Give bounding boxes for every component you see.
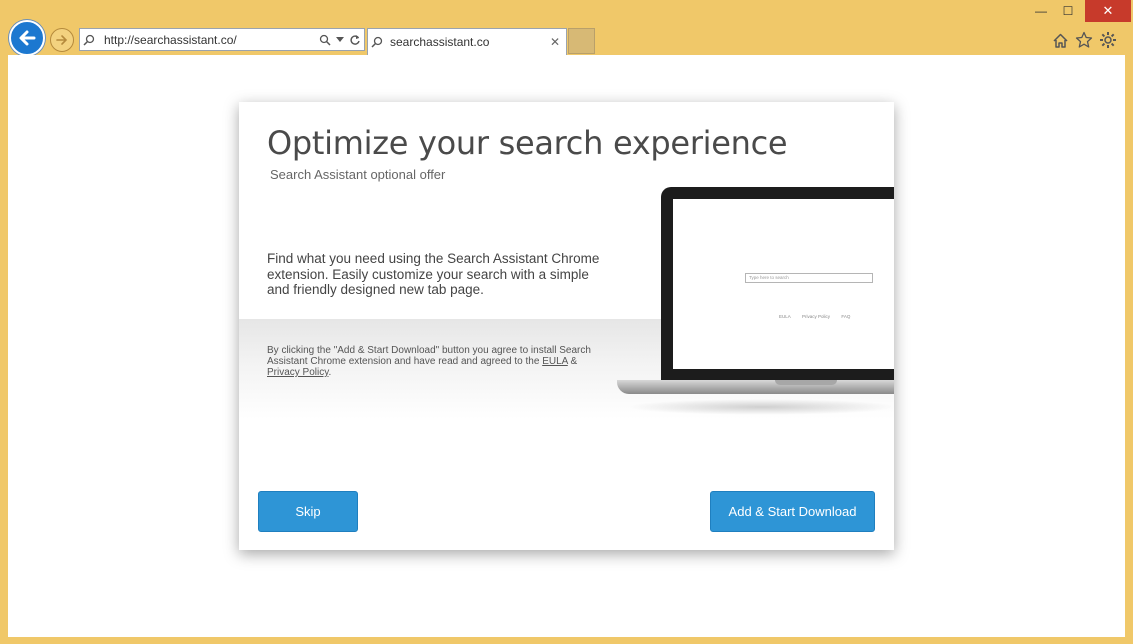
laptop-shadow [627, 399, 894, 415]
back-icon [19, 30, 36, 46]
maximize-button[interactable]: ☐ [1055, 0, 1081, 22]
dialog-headline: Optimize your search experience [267, 124, 788, 162]
new-tab-button[interactable] [568, 28, 595, 54]
favorites-star-icon [1075, 31, 1093, 48]
home-icon [1052, 33, 1068, 48]
page-content: Optimize your search experience Search A… [8, 55, 1125, 637]
close-icon: ✕ [1102, 3, 1114, 18]
search-icon[interactable] [316, 34, 334, 46]
tab-close-icon[interactable]: ✕ [544, 35, 566, 49]
dialog-subtitle: Search Assistant optional offer [270, 167, 446, 182]
back-button[interactable] [9, 20, 45, 56]
tab-title: searchassistant.co [390, 35, 490, 49]
laptop-search-box: Type here to search [745, 273, 873, 283]
minimize-button[interactable]: — [1030, 0, 1052, 22]
add-start-download-button[interactable]: Add & Start Download [710, 491, 875, 532]
legal-suffix: . [328, 367, 332, 378]
laptop-lid: Type here to search EULA Privacy Policy … [661, 187, 894, 380]
laptop-screen: Type here to search EULA Privacy Policy … [673, 199, 894, 369]
laptop-image: Type here to search EULA Privacy Policy … [617, 187, 894, 417]
minimize-icon: — [1035, 4, 1047, 18]
address-bar[interactable]: http://searchassistant.co/ [79, 28, 365, 51]
offer-dialog: Optimize your search experience Search A… [239, 102, 894, 550]
home-button[interactable] [1049, 29, 1071, 51]
forward-icon [56, 35, 68, 45]
legal-and: & [567, 356, 578, 367]
laptop-link-faq: FAQ [841, 314, 851, 319]
laptop-base [617, 380, 894, 394]
settings-gear-icon [1100, 32, 1116, 48]
refresh-icon[interactable] [346, 34, 364, 46]
dialog-description: Find what you need using the Search Assi… [267, 251, 600, 297]
legal-text: By clicking the "Add & Start Download" b… [267, 345, 612, 378]
maximize-icon: ☐ [1062, 4, 1074, 18]
laptop-notch [775, 380, 837, 385]
skip-button[interactable]: Skip [258, 491, 358, 532]
dropdown-icon[interactable] [334, 36, 346, 43]
laptop-link-privacy: Privacy Policy [802, 314, 831, 319]
page-search-icon [80, 34, 98, 46]
tab-search-icon [368, 36, 386, 48]
laptop-links: EULA Privacy Policy FAQ [779, 314, 860, 319]
laptop-link-eula: EULA [779, 314, 791, 319]
tab-searchassistant[interactable]: searchassistant.co ✕ [367, 28, 567, 55]
favorites-button[interactable] [1073, 29, 1095, 51]
settings-button[interactable] [1097, 29, 1119, 51]
privacy-policy-link[interactable]: Privacy Policy [267, 367, 329, 378]
forward-button[interactable] [50, 28, 74, 52]
eula-link[interactable]: EULA [542, 356, 568, 367]
address-url[interactable]: http://searchassistant.co/ [98, 33, 316, 47]
close-window-button[interactable]: ✕ [1085, 0, 1131, 22]
